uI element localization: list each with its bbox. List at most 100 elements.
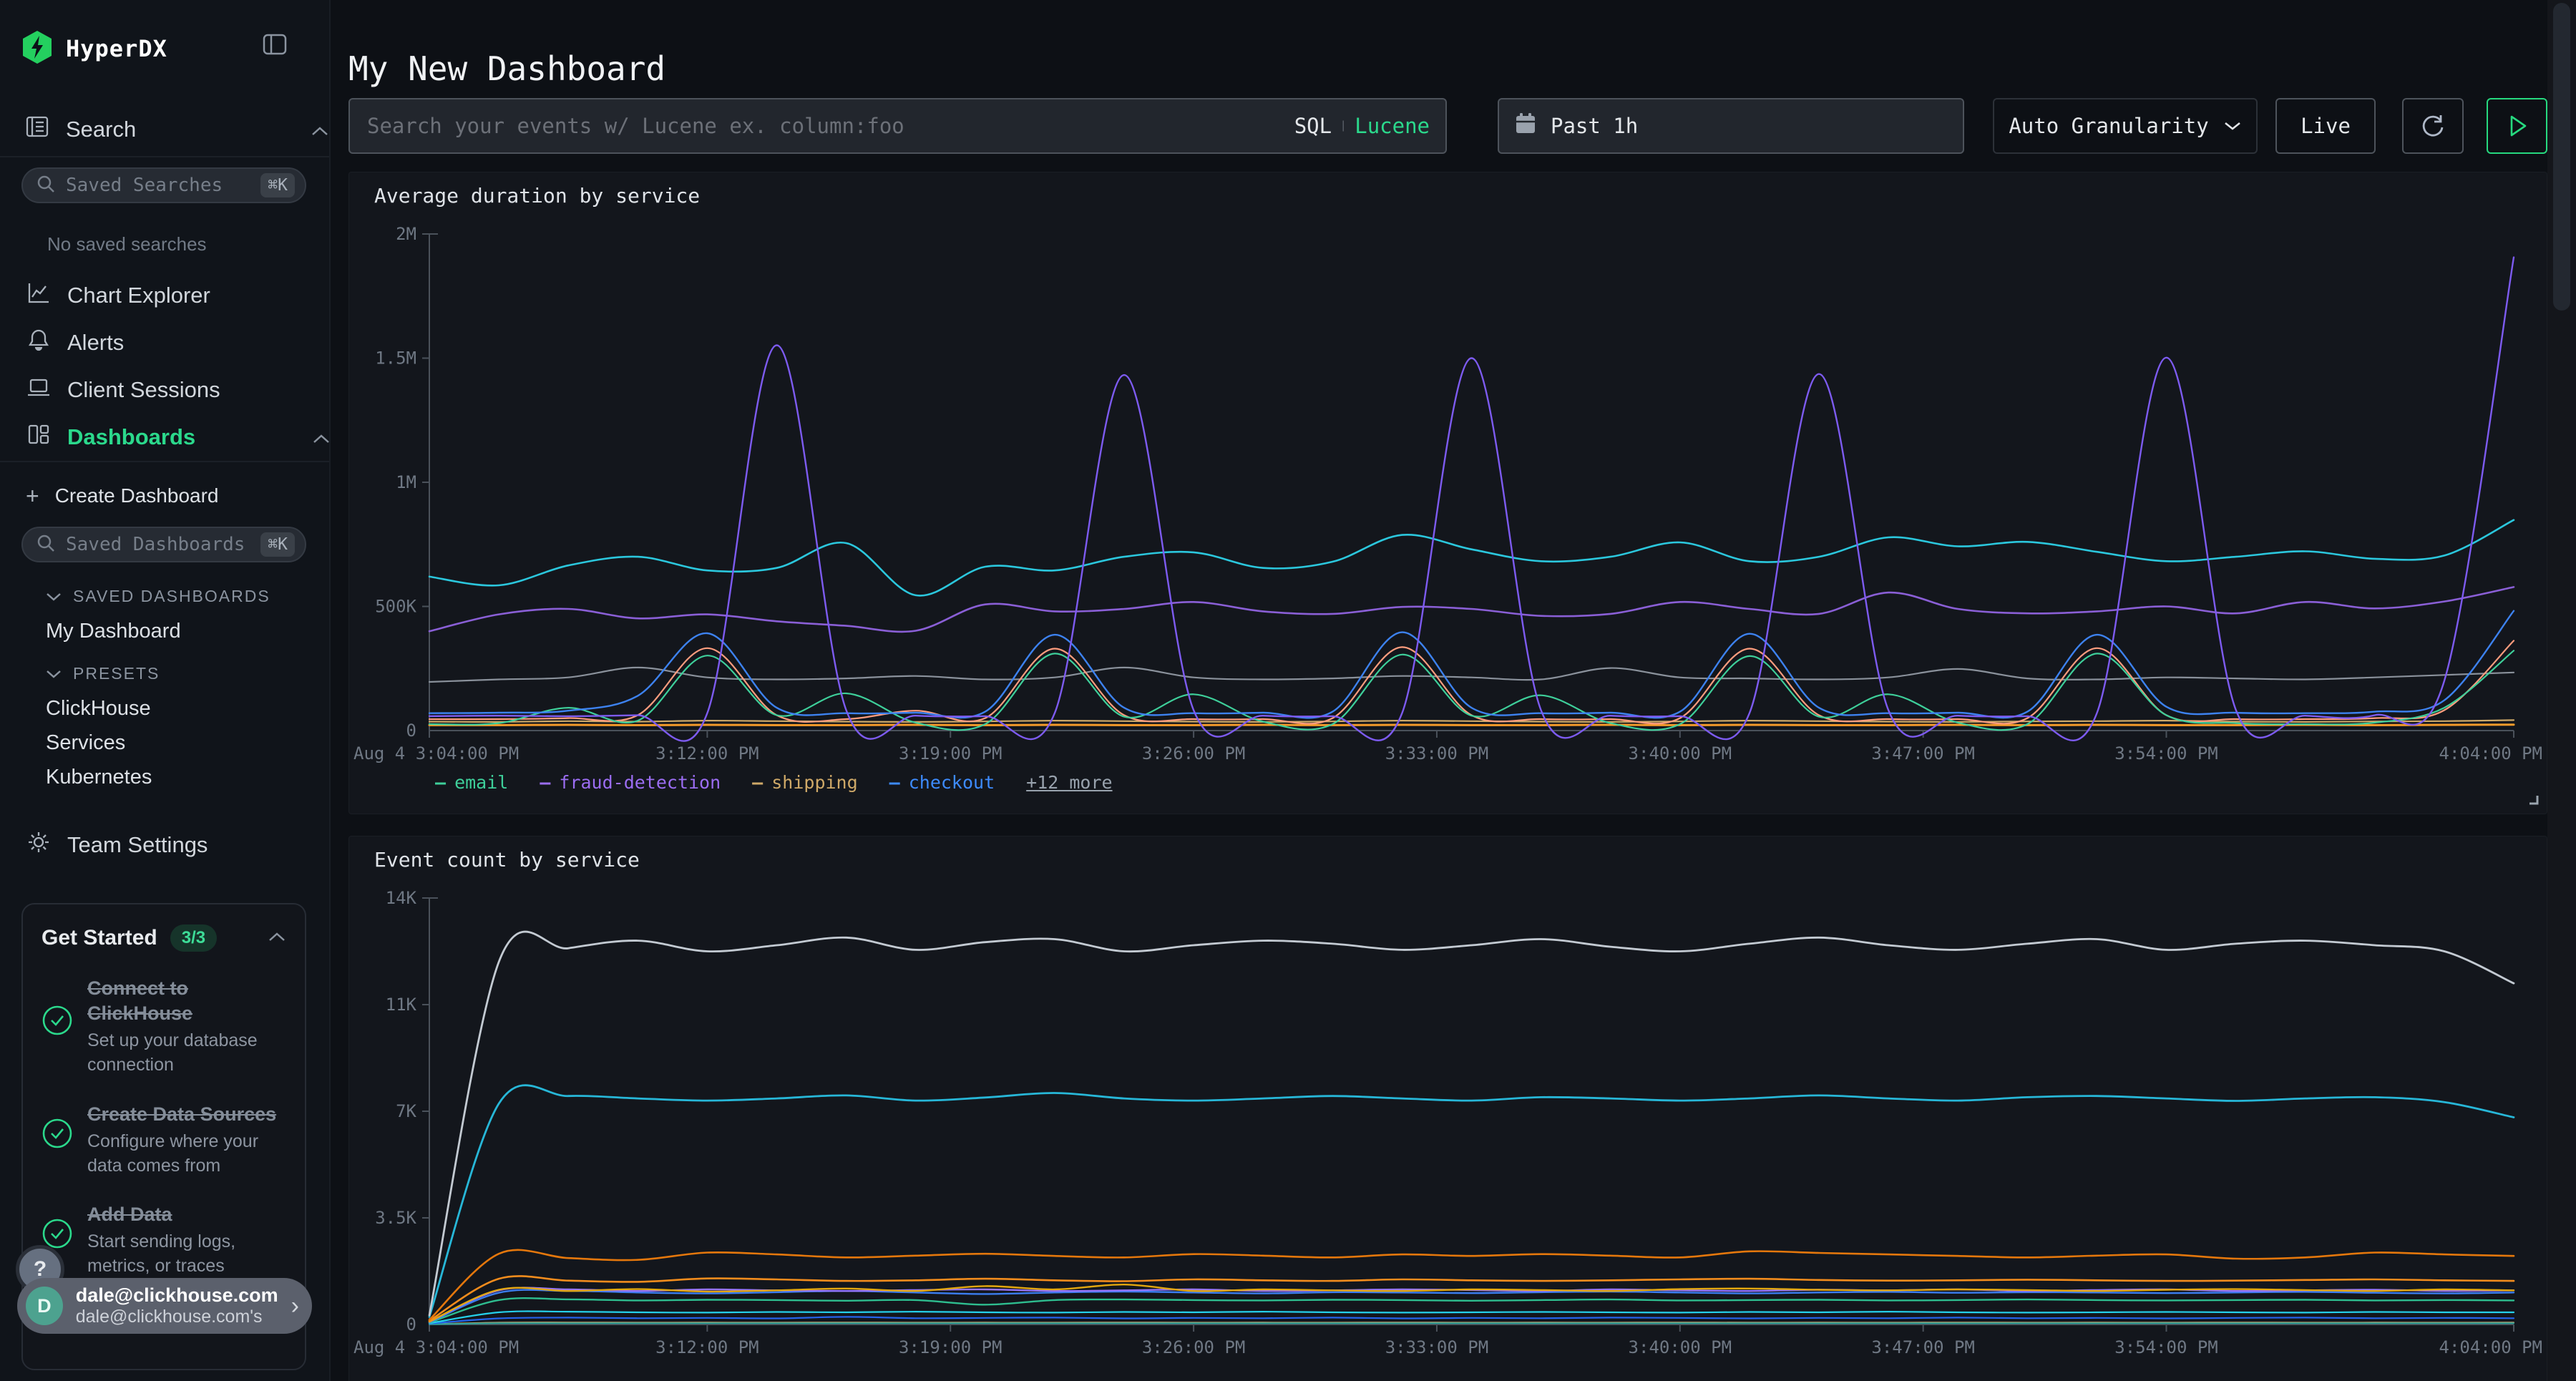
tick-label: 3:12:00 PM bbox=[655, 1337, 758, 1357]
legend-swatch: — bbox=[752, 772, 763, 793]
sidebar-item-kubernetes[interactable]: Kubernetes bbox=[0, 766, 332, 789]
time-range-picker[interactable]: Past 1h bbox=[1498, 98, 1964, 154]
chevron-down-icon bbox=[46, 669, 62, 679]
get-started-item-title[interactable]: Add Data bbox=[87, 1202, 286, 1227]
series-line-purple bbox=[429, 587, 2514, 632]
scrollbar[interactable] bbox=[2547, 0, 2576, 1381]
saved-searches-field[interactable] bbox=[64, 174, 252, 197]
series-checkout bbox=[429, 611, 2514, 718]
legend-label: email bbox=[454, 772, 508, 793]
legend-label: fraud-detection bbox=[559, 772, 721, 793]
series-fraud-detection bbox=[429, 258, 2514, 741]
divider bbox=[0, 461, 329, 462]
tick-label: 11K bbox=[386, 995, 417, 1015]
calendar-icon bbox=[1515, 112, 1536, 140]
chevron-down-icon bbox=[46, 592, 62, 602]
tick-label: 3:33:00 PM bbox=[1385, 1337, 1489, 1357]
get-started-item[interactable]: Connect to ClickHouse Set up your databa… bbox=[42, 976, 286, 1078]
lucene-toggle[interactable]: Lucene bbox=[1355, 114, 1430, 138]
tick-label: 1.5M bbox=[375, 348, 416, 369]
main-content: My New Dashboard SQL | Lucene Past 1h Au… bbox=[329, 0, 2547, 1381]
tick-label: 0 bbox=[406, 721, 416, 741]
legend-swatch: — bbox=[540, 772, 550, 793]
legend-item-email[interactable]: —email bbox=[435, 772, 508, 793]
sidebar-item-services[interactable]: Services bbox=[0, 731, 332, 755]
chart-legend: —email — fraud-detection — shipping — checkout… bbox=[435, 772, 1113, 793]
time-range-value: Past 1h bbox=[1551, 114, 1638, 138]
divider bbox=[0, 156, 329, 157]
legend-item-checkout[interactable]: — checkout bbox=[889, 772, 995, 793]
tick-label: 4:04:00 PM bbox=[2439, 743, 2543, 763]
legend-item-fraud-detection[interactable]: — fraud-detection bbox=[540, 772, 721, 793]
event-search-input[interactable] bbox=[366, 113, 1282, 139]
get-started-item[interactable]: Create Data Sources Configure where your… bbox=[42, 1102, 286, 1179]
legend-label: shipping bbox=[771, 772, 857, 793]
run-query-button[interactable] bbox=[2487, 98, 2547, 154]
sidebar-item-label: Dashboards bbox=[67, 424, 195, 450]
create-dashboard-button[interactable]: + Create Dashboard bbox=[0, 474, 355, 518]
bell-icon bbox=[26, 327, 52, 358]
sidebar-item-alerts[interactable]: Alerts bbox=[0, 321, 355, 365]
logo[interactable]: HyperDX bbox=[21, 27, 308, 70]
live-button[interactable]: Live bbox=[2275, 98, 2376, 154]
hyperdx-logo-icon bbox=[21, 30, 53, 68]
sidebar-item-client-sessions[interactable]: Client Sessions bbox=[0, 368, 355, 412]
plus-icon: + bbox=[26, 483, 39, 509]
tick-label: 3:54:00 PM bbox=[2114, 743, 2218, 763]
legend-item--12-more[interactable]: +12 more bbox=[1026, 772, 1112, 793]
get-started-header[interactable]: Get Started 3/3 bbox=[42, 924, 286, 952]
sidebar-item-search[interactable]: Search bbox=[0, 107, 353, 152]
get-started-item-title[interactable]: Create Data Sources bbox=[87, 1102, 286, 1127]
get-started-item-title[interactable]: Connect to ClickHouse bbox=[87, 976, 286, 1026]
saved-dashboards-field[interactable] bbox=[64, 533, 252, 556]
sidebar-item-my-dashboard[interactable]: My Dashboard bbox=[0, 620, 332, 643]
chart-card-avg-duration: Average duration by service 0500K1M1.5M2… bbox=[348, 172, 2547, 814]
user-email: dale@clickhouse.com bbox=[76, 1284, 278, 1307]
sidebar-item-chart-explorer[interactable]: Chart Explorer bbox=[0, 273, 355, 318]
granularity-select[interactable]: Auto Granularity bbox=[1993, 98, 2258, 154]
tick-label: 1M bbox=[396, 472, 416, 492]
granularity-value: Auto Granularity bbox=[2009, 114, 2208, 138]
sidebar-collapse-icon[interactable] bbox=[262, 31, 288, 61]
tick-label: Aug 4 3:04:00 PM bbox=[353, 1337, 519, 1357]
section-saved-dashboards[interactable]: SAVED DASHBOARDS bbox=[0, 587, 332, 606]
tick-label: 3:47:00 PM bbox=[1871, 1337, 1975, 1357]
tick-label: 3:19:00 PM bbox=[899, 743, 1002, 763]
scrollbar-thumb[interactable] bbox=[2553, 3, 2570, 311]
legend-label: checkout bbox=[909, 772, 995, 793]
legend-more-link[interactable]: +12 more bbox=[1026, 772, 1112, 793]
play-icon bbox=[2507, 114, 2528, 138]
section-title: PRESETS bbox=[73, 664, 160, 683]
get-started-item[interactable]: Add Data Start sending logs, metrics, or… bbox=[42, 1202, 286, 1279]
saved-dashboards-input[interactable]: ⌘K bbox=[21, 527, 306, 562]
series-line-orange bbox=[429, 1276, 2514, 1320]
saved-searches-input[interactable]: ⌘K bbox=[21, 167, 306, 203]
series-line-cyan bbox=[429, 1085, 2514, 1317]
event-search-bar[interactable]: SQL | Lucene bbox=[348, 98, 1447, 154]
chevron-up-icon bbox=[311, 117, 329, 142]
chart-card-event-count: Event count by service 03.5K7K11K14KAug … bbox=[348, 836, 2547, 1381]
chevron-up-icon bbox=[312, 424, 331, 450]
app-root: HyperDX Search ⌘K No saved searches bbox=[0, 0, 2576, 1381]
sidebar-item-clickhouse[interactable]: ClickHouse bbox=[0, 697, 332, 721]
tick-label: 3:26:00 PM bbox=[1142, 743, 1246, 763]
chart-line-icon bbox=[26, 280, 52, 311]
refresh-icon bbox=[2419, 112, 2447, 140]
tick-label: 7K bbox=[396, 1101, 416, 1121]
legend-item-shipping[interactable]: — shipping bbox=[752, 772, 857, 793]
user-menu[interactable]: D dale@clickhouse.com dale@clickhouse.co… bbox=[17, 1278, 312, 1334]
sidebar-item-team-settings[interactable]: Team Settings bbox=[0, 823, 355, 867]
logo-text: HyperDX bbox=[66, 35, 167, 62]
tick-label: 3:54:00 PM bbox=[2114, 1337, 2218, 1357]
section-presets[interactable]: PRESETS bbox=[0, 664, 332, 683]
sidebar-item-dashboards[interactable]: Dashboards bbox=[0, 415, 355, 459]
sql-toggle[interactable]: SQL bbox=[1294, 114, 1332, 138]
series-line-cyan bbox=[429, 520, 2514, 596]
tick-label: 500K bbox=[375, 597, 416, 617]
resize-handle-icon[interactable] bbox=[2527, 793, 2540, 809]
series-email bbox=[429, 650, 2514, 730]
chevron-right-icon: › bbox=[291, 1292, 299, 1320]
chart-canvas: 0500K1M1.5M2MAug 4 3:04:00 PM3:12:00 PM3… bbox=[349, 223, 2547, 765]
legend-swatch: — bbox=[889, 772, 900, 793]
refresh-button[interactable] bbox=[2402, 98, 2464, 154]
